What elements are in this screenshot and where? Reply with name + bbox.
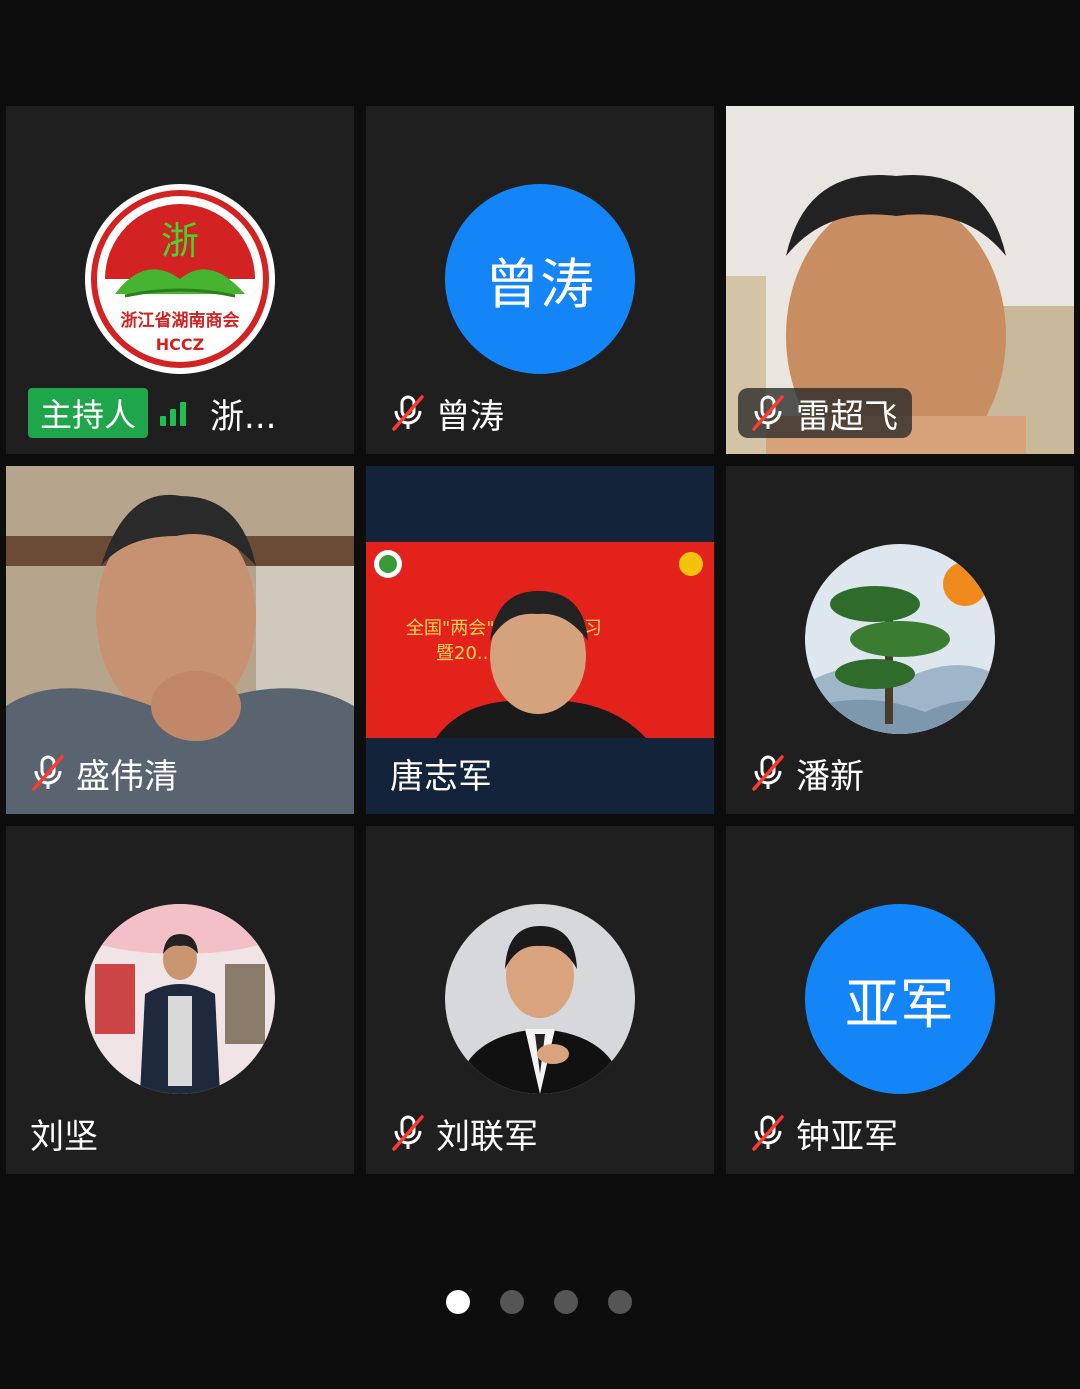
- page-dot-1[interactable]: [446, 1290, 470, 1314]
- name-label: 雷超飞: [738, 388, 912, 438]
- landscape-avatar: [805, 544, 995, 734]
- participant-name: 刘坚: [30, 1116, 98, 1157]
- logo-org-name: 浙江省湖南商会: [121, 310, 240, 331]
- text-avatar: 亚军: [805, 904, 995, 1094]
- host-label-row: 主持人 浙...: [28, 388, 276, 438]
- participant-name: 曾涛: [436, 396, 504, 437]
- logo-glyph: 浙: [161, 219, 199, 263]
- name-label: 刘联军: [388, 1108, 538, 1158]
- participant-tile[interactable]: 潘新: [726, 466, 1074, 814]
- participant-name: 钟亚军: [796, 1116, 898, 1157]
- participant-tile-video[interactable]: 全国"两会"...题教育学习 暨20...度大会 唐志军: [366, 466, 714, 814]
- text-avatar: 曾涛: [445, 184, 635, 374]
- participant-tile[interactable]: 亚军 钟亚军: [726, 826, 1074, 1174]
- participant-tile[interactable]: 刘联军: [366, 826, 714, 1174]
- mic-muted-icon: [748, 753, 788, 793]
- name-label: 盛伟清: [28, 748, 178, 798]
- name-label: 唐志军: [390, 748, 492, 798]
- page-dot-3[interactable]: [554, 1290, 578, 1314]
- photo-avatar: [445, 904, 635, 1094]
- mic-muted-icon: [28, 753, 68, 793]
- participant-tile[interactable]: 曾涛 曾涛: [366, 106, 714, 454]
- chamber-logo-avatar: 浙 浙江省湖南商会 HCCZ: [85, 184, 275, 374]
- participant-name: 雷超飞: [796, 396, 898, 437]
- participant-tile-video[interactable]: 雷超飞: [726, 106, 1074, 454]
- photo-avatar: [85, 904, 275, 1094]
- mic-muted-icon: [748, 393, 788, 433]
- participant-name: 浙...: [210, 396, 277, 437]
- page-dot-4[interactable]: [608, 1290, 632, 1314]
- participant-name: 潘新: [796, 756, 864, 797]
- page-dot-2[interactable]: [500, 1290, 524, 1314]
- mic-muted-icon: [748, 1113, 788, 1153]
- participant-name: 盛伟清: [76, 756, 178, 797]
- mic-muted-icon: [388, 1113, 428, 1153]
- participant-tile-video[interactable]: 盛伟清: [6, 466, 354, 814]
- page-indicator: [446, 1290, 632, 1314]
- host-badge: 主持人: [28, 388, 149, 438]
- mic-muted-icon: [388, 393, 428, 433]
- participant-tile[interactable]: 刘坚: [6, 826, 354, 1174]
- name-label: 曾涛: [388, 388, 504, 438]
- participant-tile-host[interactable]: 浙 浙江省湖南商会 HCCZ 主持人 浙...: [6, 106, 354, 454]
- name-label: 刘坚: [30, 1108, 98, 1158]
- participant-name: 唐志军: [390, 756, 492, 797]
- name-label: 钟亚军: [748, 1108, 898, 1158]
- signal-icon: [160, 400, 187, 426]
- participant-name: 刘联军: [436, 1116, 538, 1157]
- name-label: 潘新: [748, 748, 864, 798]
- logo-abbr: HCCZ: [156, 335, 204, 354]
